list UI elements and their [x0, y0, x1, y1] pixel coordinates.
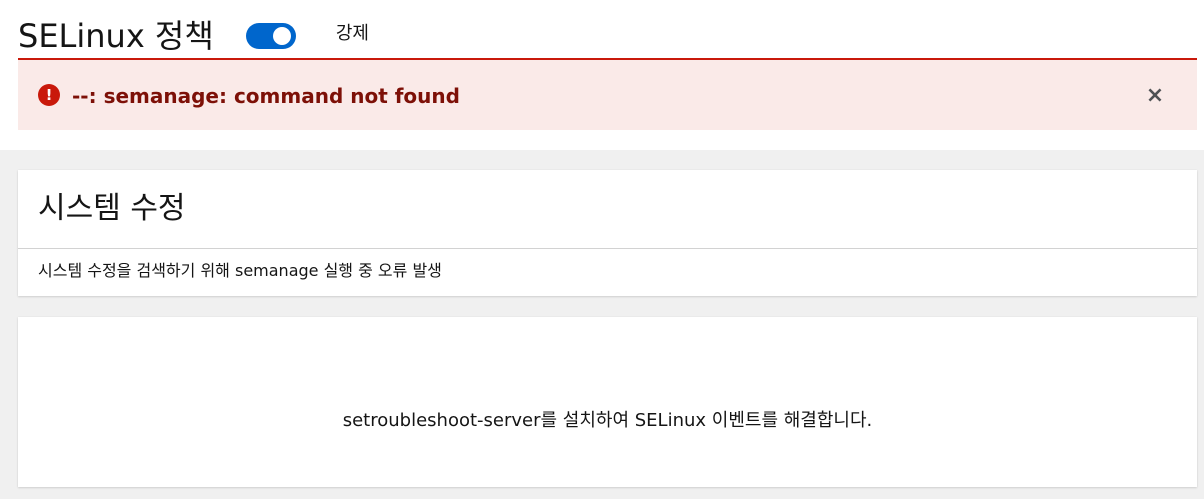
events-empty-message: setroubleshoot-server를 설치하여 SELinux 이벤트를…: [342, 410, 873, 431]
error-alert: ! --: semanage: command not found ×: [18, 58, 1197, 130]
header-row: SELinux 정책 강제: [18, 14, 369, 58]
enforcing-toggle[interactable]: [245, 23, 296, 49]
policy-header-section: SELinux 정책 강제 ! --: semanage: command no…: [0, 0, 1204, 150]
system-modifications-title: 시스템 수정: [38, 191, 186, 226]
selinux-events-card: setroubleshoot-server를 설치하여 SELinux 이벤트를…: [18, 317, 1197, 487]
enforcing-toggle-label: 강제: [335, 23, 369, 44]
exclamation-circle-icon: !: [38, 84, 60, 106]
system-modifications-error: 시스템 수정을 검색하기 위해 semanage 실행 중 오류 발생: [38, 261, 442, 280]
page-title: SELinux 정책: [18, 17, 214, 55]
card-divider: [18, 248, 1197, 249]
close-icon[interactable]: ×: [1143, 82, 1167, 110]
alert-message: --: semanage: command not found: [72, 84, 460, 108]
system-modifications-card: 시스템 수정 시스템 수정을 검색하기 위해 semanage 실행 중 오류 …: [18, 170, 1197, 296]
toggle-knob: [272, 27, 291, 45]
